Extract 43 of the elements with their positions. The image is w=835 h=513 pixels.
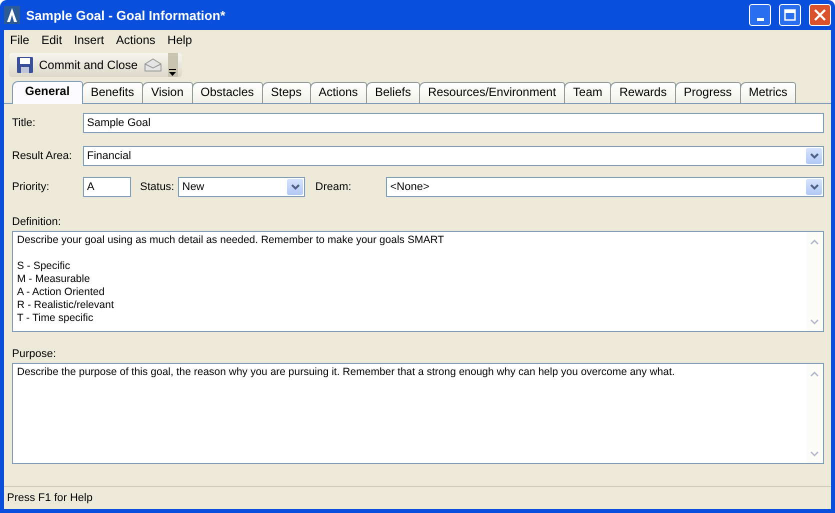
commit-and-close-button[interactable]: Commit and Close [17,57,138,73]
field-label: Dream: [315,181,352,193]
result-area-dropdown[interactable]: Financial [83,146,824,166]
tab[interactable]: Actions [310,82,367,103]
maximize-icon [784,9,796,21]
field-label: Purpose: [12,348,58,360]
tab[interactable]: Team [564,82,612,103]
field-label: Status: [140,181,174,193]
close-icon [814,9,826,21]
tab[interactable]: General [12,81,83,104]
dream-dropdown[interactable]: <None> [386,177,824,197]
status-bar: Press F1 for Help [4,486,831,509]
close-button[interactable] [809,4,831,26]
tab[interactable]: Metrics [740,82,796,103]
menu-item[interactable]: Help [167,33,192,49]
minimize-icon [756,18,764,20]
status-dropdown[interactable]: New [178,177,306,197]
priority-field[interactable]: A [83,177,131,197]
tab[interactable]: Steps [262,82,311,103]
minimize-button[interactable] [749,4,771,26]
menu-item[interactable]: File [10,33,30,49]
tab[interactable]: Resources/Environment [418,82,566,103]
field-label: Title: [12,117,36,129]
definition-text-area[interactable]: Describe your goal using as much detail as needed. Remember to make your goals SMART S - Specific M - Measurable A - Action Oriented R - Realistic/relevant T - Time specific [12,231,824,332]
title-field[interactable]: Sample Goal [83,113,824,133]
field-label: Definition: [12,216,62,228]
menu-item[interactable]: Insert [74,33,104,49]
tab[interactable]: Rewards [610,82,676,103]
tab[interactable]: Beliefs [366,82,420,103]
menu-item[interactable]: Actions [116,33,156,49]
tab[interactable]: Obstacles [192,82,263,103]
purpose-text-area[interactable]: Describe the purpose of this goal, the reason why you are pursuing it. Remember that a strong enough why can help you overcome any what. [12,363,824,464]
tab[interactable]: Vision [142,82,193,103]
field-label: Result Area: [12,150,73,162]
envelope-icon[interactable] [144,58,162,72]
maximize-button[interactable] [779,4,801,26]
app-logo-icon [4,6,20,24]
window-title: Sample Goal - Goal Information* [26,8,226,22]
field-label: Priority: [12,181,50,193]
menu-item[interactable]: Edit [41,33,62,49]
tab[interactable]: Progress [674,82,741,103]
toolbar-options-icon[interactable] [168,53,178,77]
tab[interactable]: Benefits [82,82,144,103]
